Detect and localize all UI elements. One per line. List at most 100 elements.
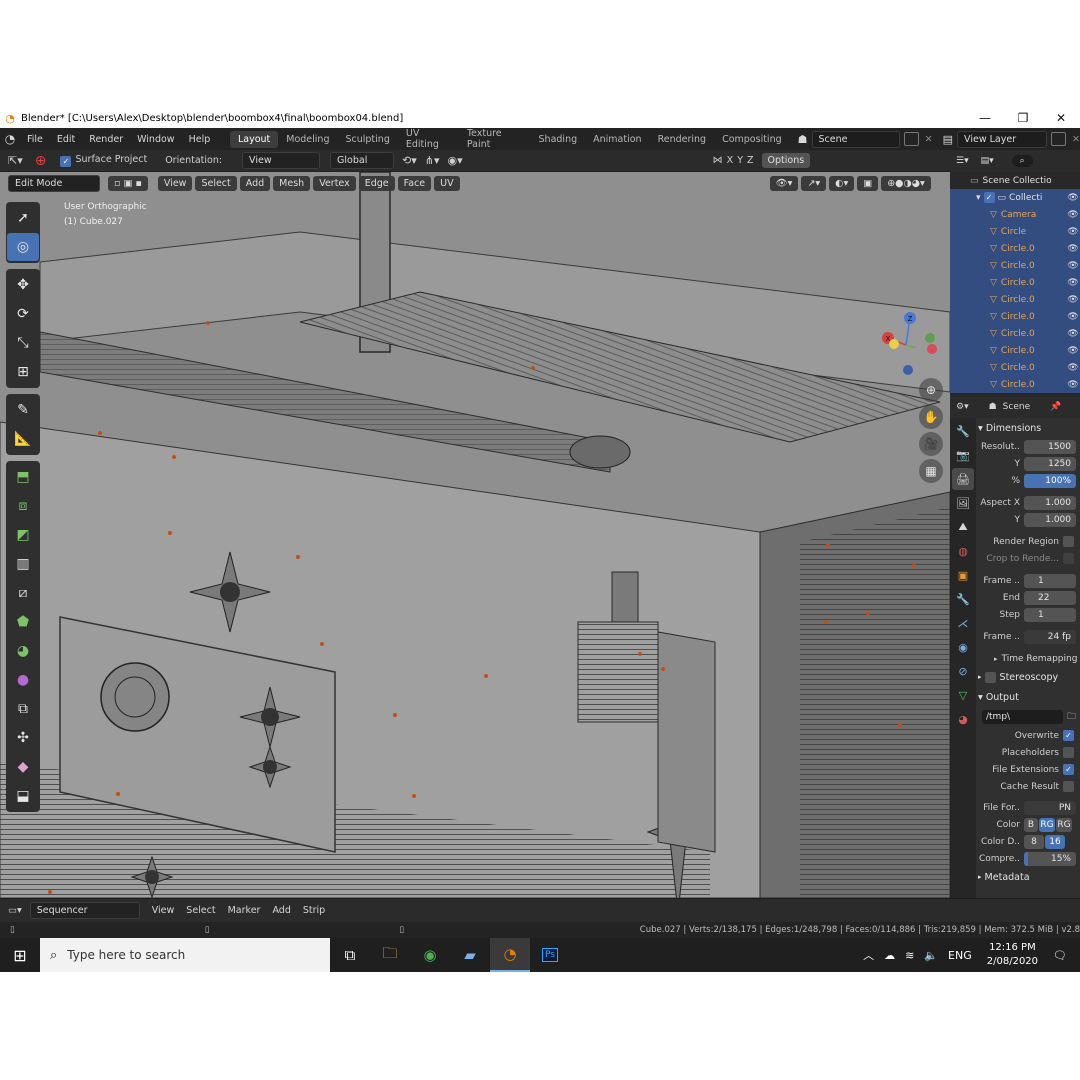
aspect-y-field[interactable]: 1.000 [1024,512,1076,527]
pivot-point-icon[interactable]: ⟲▾ [402,154,417,167]
blender-taskbar-icon[interactable]: ◔ [490,938,530,972]
notifications-icon[interactable]: 🗨 [1048,949,1072,962]
output-path-field[interactable]: /tmp\ [982,710,1063,724]
resolution-percent-field[interactable]: 100% [1024,473,1076,488]
compression-slider[interactable]: 15% [1024,851,1076,866]
seq-menu-strip[interactable]: Strip [297,905,331,916]
transform-icon[interactable]: ⊞ [7,358,39,386]
tab-texture-paint[interactable]: Texture Paint [459,125,531,153]
maximize-button[interactable]: ❐ [1004,111,1042,125]
eye-icon[interactable]: 👁 [1066,346,1080,356]
menu-select[interactable]: Select [195,175,237,191]
frame-rate-dropdown[interactable]: 24 fp [1024,629,1076,644]
cursor-target-icon[interactable]: ⊕ [35,153,47,169]
scale-icon[interactable]: ⤡ [7,329,39,357]
navigation-gizmo[interactable]: Z X [876,308,946,378]
taskbar-search-box[interactable]: ⌕ Type here to search [40,938,330,972]
3d-viewport[interactable]: Edit Mode ▫ ▣ ▪ View Select Add Mesh Ver… [0,172,950,898]
file-extensions-checkbox[interactable]: ✓ [1063,764,1074,775]
tab-compositing[interactable]: Compositing [714,131,790,148]
tab-uv-editing[interactable]: UV Editing [398,125,459,153]
menu-help[interactable]: Help [182,134,218,145]
inset-icon[interactable]: ⧈ [7,492,39,520]
proportional-edit-icon[interactable]: ◉▾ [448,154,463,167]
eye-icon[interactable]: 👁 [1066,295,1080,305]
world-tab-icon[interactable]: ◍ [952,540,974,562]
frame-end-field[interactable]: 22 [1024,590,1076,605]
menu-file[interactable]: File [20,134,50,145]
output-panel-header[interactable]: ▾ Output [978,687,1080,707]
chevron-up-icon[interactable]: ︿ [858,947,879,963]
eye-icon[interactable]: 👁 [1066,261,1080,271]
view-layer-field[interactable]: View Layer [957,130,1048,148]
menu-face[interactable]: Face [397,175,432,191]
shear-icon[interactable]: ◆ [7,753,39,781]
edge-slide-icon[interactable]: ⧉ [7,695,39,723]
outliner-object-row[interactable]: ▽ Circle.0 👁 [950,257,1080,274]
select-box-icon[interactable]: ➚ [7,204,39,232]
object-tab-icon[interactable]: ▣ [952,564,974,586]
extrude-icon[interactable]: ⬒ [7,463,39,491]
task-view-icon[interactable]: ⧉ [330,938,370,972]
view-layer-tab-icon[interactable]: 🖼 [952,492,974,514]
render-region-checkbox[interactable] [1063,536,1074,547]
menu-window[interactable]: Window [130,134,181,145]
material-tab-icon[interactable]: ◕ [952,708,974,730]
pan-hand-icon[interactable]: ✋ [919,405,943,429]
tab-shading[interactable]: Shading [531,131,586,148]
outliner-object-row[interactable]: ▽ Camera 👁 [950,206,1080,223]
rip-region-icon[interactable]: ⬓ [7,782,39,810]
constraints-tab-icon[interactable]: ⊘ [952,660,974,682]
annotate-icon[interactable]: ✎ [7,396,39,424]
eye-icon[interactable]: 👁 [1066,380,1080,390]
menu-uv[interactable]: UV [434,175,460,191]
loop-cut-icon[interactable]: ▥ [7,550,39,578]
outliner-object-row[interactable]: ▽ Circle 👁 [950,223,1080,240]
cache-result-checkbox[interactable] [1063,781,1074,792]
color-depth-16-button[interactable]: 16 [1045,834,1065,849]
seq-menu-marker[interactable]: Marker [222,905,267,916]
outliner-object-row[interactable]: ▽ Circle.0 👁 [950,308,1080,325]
surface-project-toggle[interactable]: ✓ Surface Project [60,154,147,167]
seq-menu-view[interactable]: View [146,905,181,916]
eye-icon[interactable]: 👁 [1066,329,1080,339]
blender-menu-icon[interactable]: ◔ [0,132,20,146]
stereoscopy-panel-header[interactable]: ▸ Stereoscopy [978,667,1080,687]
new-view-layer-icon[interactable] [1051,132,1067,146]
zoom-icon[interactable]: ⊕ [919,378,943,402]
photoshop-icon[interactable]: Ps [530,938,570,972]
remove-scene-icon[interactable]: ✕ [925,134,933,145]
time-remapping-row[interactable]: ▸ Time Remapping [978,650,1080,667]
move-icon[interactable]: ✥ [7,271,39,299]
tool-settings-icon[interactable]: ⇱▾ [8,154,23,167]
collection-checkbox[interactable]: ✓ [983,192,995,203]
eye-icon[interactable]: 👁 [1066,278,1080,288]
outliner-object-row[interactable]: ▽ Circle.0 👁 [950,342,1080,359]
volume-icon[interactable]: 🔈 [919,949,943,962]
eye-icon[interactable]: 👁 [1066,244,1080,254]
sequencer-type-dropdown[interactable]: Sequencer [29,902,140,919]
axis-z-toggle[interactable]: Z [747,155,754,166]
smooth-icon[interactable]: ● [7,666,39,694]
outliner-object-row[interactable]: ▽ Circle.0 👁 [950,274,1080,291]
stereoscopy-checkbox[interactable] [984,671,996,683]
placeholders-checkbox[interactable] [1063,747,1074,758]
eye-icon[interactable]: 👁 [1066,227,1080,237]
gizmo-icon[interactable]: ↗▾ [801,175,827,191]
menu-view[interactable]: View [157,175,193,191]
resolution-x-field[interactable]: 1500 [1024,439,1076,454]
bevel-icon[interactable]: ◩ [7,521,39,549]
outliner-object-row[interactable]: ▽ Circle.0 👁 [950,325,1080,342]
transform-orientation-dropdown[interactable]: Global [330,152,395,169]
outliner-object-row[interactable]: ▽ Circle.0 👁 [950,291,1080,308]
color-depth-8-button[interactable]: 8 [1024,834,1044,849]
scene-field[interactable]: Scene [811,130,900,148]
outliner-object-row[interactable]: ▽ Circle.0 👁 [950,376,1080,393]
output-tab-icon[interactable]: 🖨 [952,468,974,490]
clock[interactable]: 12:16 PM 2/08/2020 [977,941,1048,969]
display-mode-icon[interactable]: ▤▾ [981,156,994,166]
wifi-icon[interactable]: ≋ [900,949,919,962]
scene-selector-icon[interactable]: ☗ [798,133,808,146]
minimize-button[interactable]: — [966,111,1004,125]
color-bw-button[interactable]: B [1024,817,1038,832]
